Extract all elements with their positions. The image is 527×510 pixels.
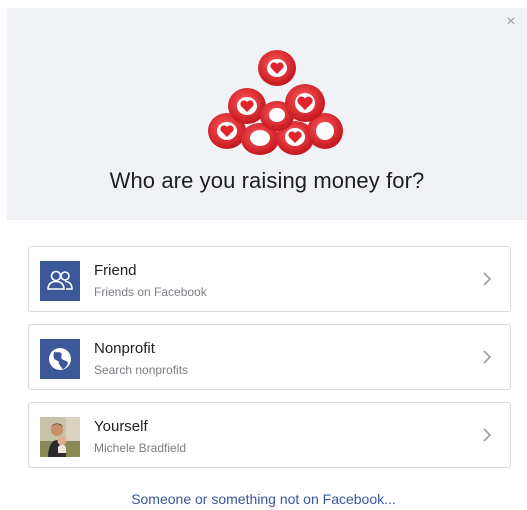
friends-icon [40, 261, 80, 301]
fundraiser-dialog: × Who are you raising money for? Friend … [0, 0, 527, 510]
option-nonprofit[interactable]: Nonprofit Search nonprofits [28, 324, 511, 390]
chevron-right-icon [483, 272, 492, 286]
option-friend[interactable]: Friend Friends on Facebook [28, 246, 511, 312]
chevron-right-icon [483, 350, 492, 364]
dialog-title: Who are you raising money for? [109, 168, 425, 193]
avatar [40, 417, 80, 457]
option-nonprofit-label: Nonprofit [94, 340, 155, 357]
option-nonprofit-sub: Search nonprofits [94, 363, 189, 377]
chevron-right-icon [483, 428, 492, 442]
option-friend-label: Friend [94, 262, 137, 279]
option-friend-sub: Friends on Facebook [94, 285, 207, 299]
option-yourself-sub: Michele Bradfield [94, 441, 187, 455]
close-icon[interactable]: × [503, 14, 519, 30]
not-on-facebook-link[interactable]: Someone or something not on Facebook... [0, 491, 527, 507]
option-yourself-label: Yourself [94, 418, 148, 435]
globe-icon [40, 339, 80, 379]
dialog-header: × Who are you raising money for? [7, 8, 527, 220]
option-yourself[interactable]: Yourself Michele Bradfield [28, 402, 511, 468]
hearts-illustration [208, 50, 343, 155]
